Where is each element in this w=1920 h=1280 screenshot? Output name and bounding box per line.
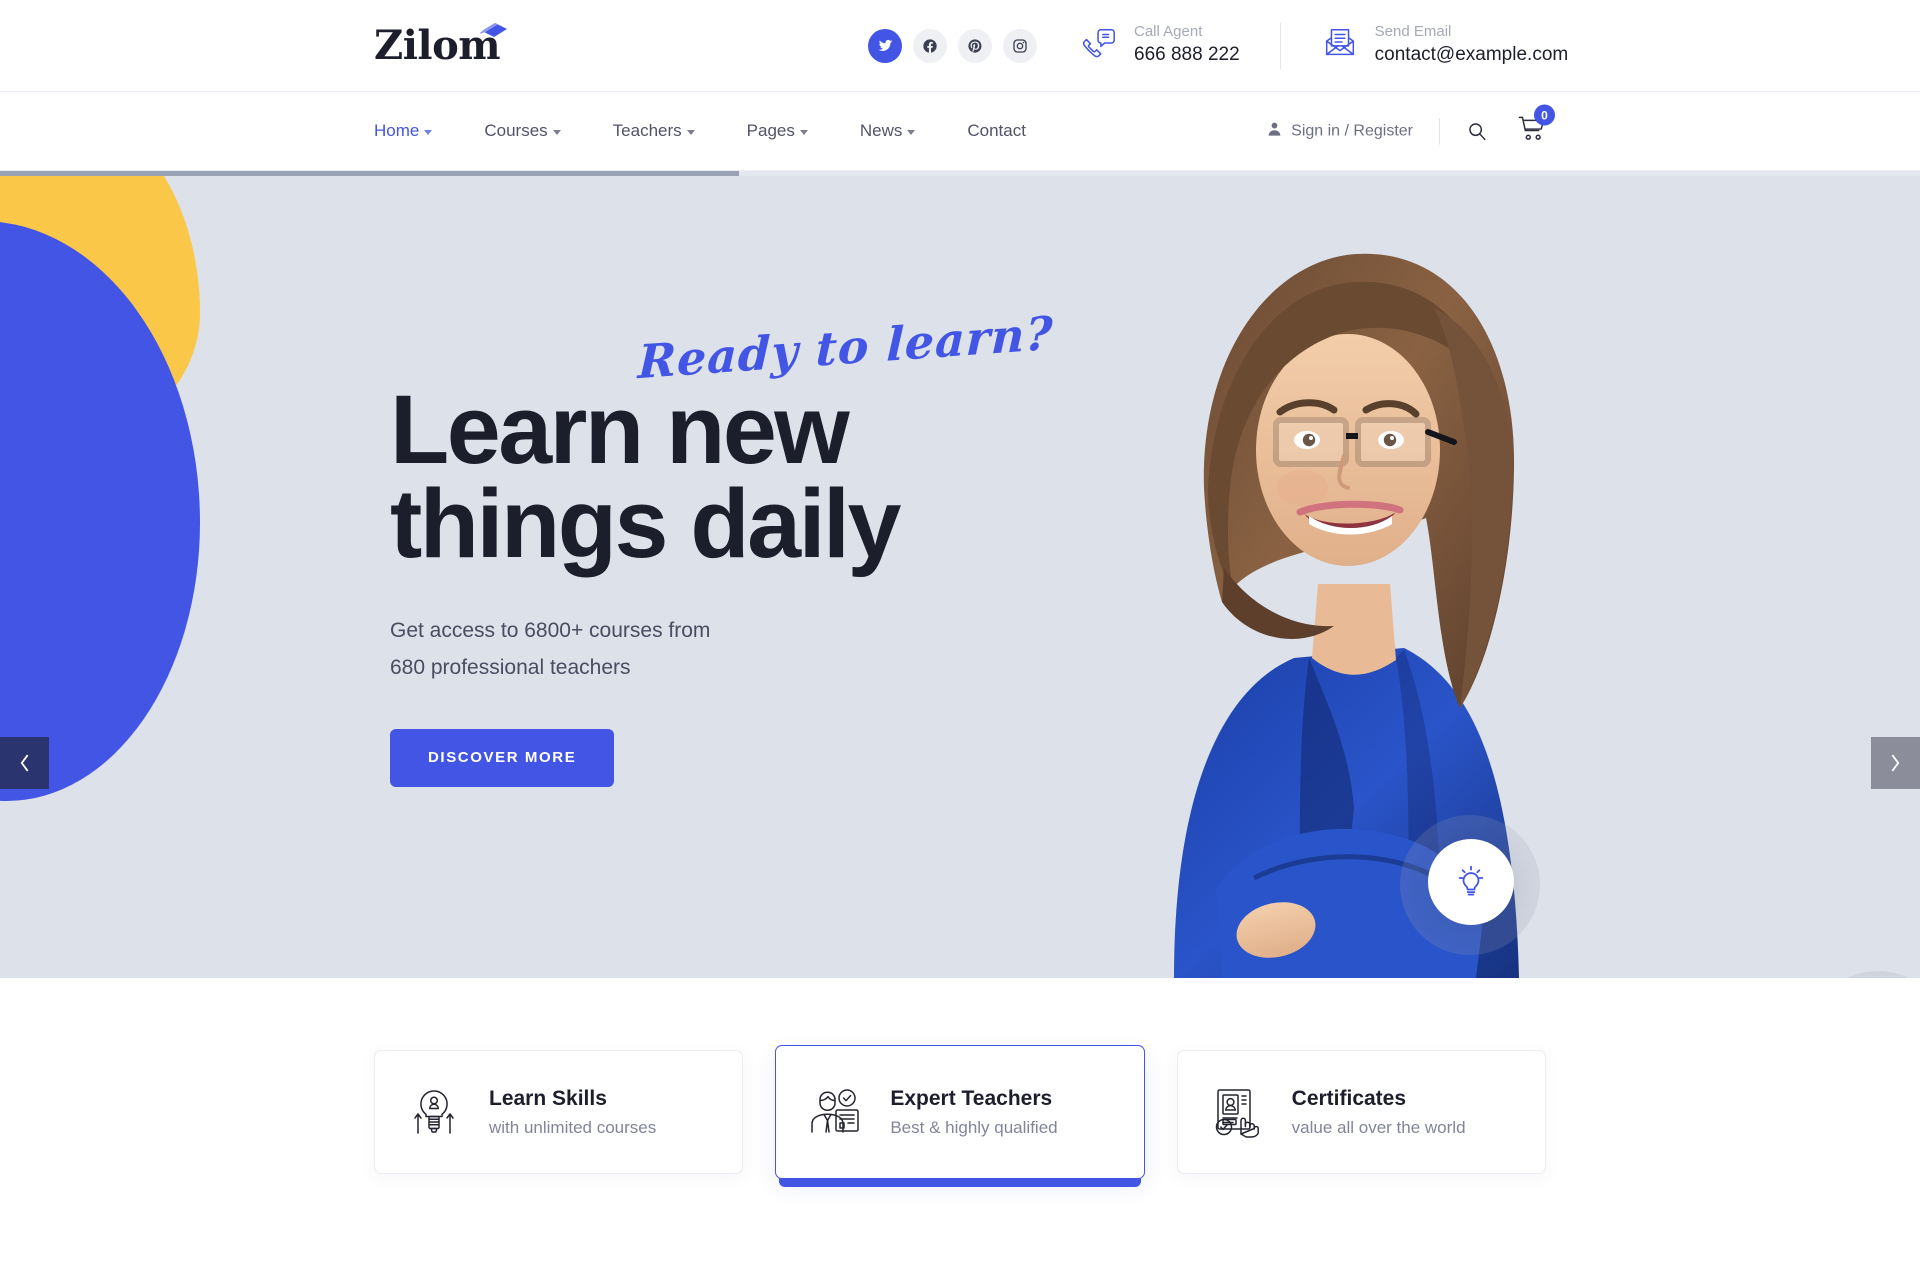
nav-item-pages[interactable]: Pages [747, 121, 840, 141]
feature-description: Best & highly qualified [890, 1118, 1058, 1138]
feature-title: Expert Teachers [890, 1086, 1053, 1110]
nav-item-courses[interactable]: Courses [484, 121, 592, 141]
social-link-facebook[interactable] [913, 28, 947, 63]
feature-card-learn-skills[interactable]: Learn Skills with unlimited courses [374, 1050, 744, 1174]
search-icon[interactable] [1466, 120, 1488, 142]
call-agent-block[interactable]: Call Agent 666 888 222 [1080, 23, 1240, 67]
send-email-label: Send Email [1374, 23, 1452, 41]
sign-in-register-link[interactable]: Sign in / Register [1267, 121, 1413, 141]
cart-icon[interactable]: 0 [1518, 104, 1555, 147]
hero-content-area: Ready to learn? Learn new things daily G… [374, 171, 1920, 978]
feature-title: Learn Skills [489, 1086, 607, 1110]
features-section: Learn Skills with unlimited courses Expe… [0, 978, 1920, 1280]
send-email-block[interactable]: Send Email contact@example.com [1321, 23, 1569, 67]
feature-card-certificates[interactable]: Certificates value all over the world [1176, 1050, 1546, 1174]
contact-divider [1279, 22, 1281, 69]
feature-card-expert-teachers[interactable]: Expert Teachers Best & highly qualified [775, 1045, 1145, 1187]
nav-label: Pages [746, 121, 795, 140]
feature-title: Certificates [1291, 1086, 1407, 1110]
site-logo[interactable]: Zilom [374, 22, 508, 66]
hero-copy: Ready to learn? Learn new things daily G… [390, 306, 1070, 787]
nav-item-contact[interactable]: Contact [967, 121, 1058, 141]
nav-list: Home Courses Teachers Pages News Contact [374, 121, 1078, 141]
slider-prev-button[interactable] [0, 737, 49, 789]
nav-label: Courses [484, 121, 548, 140]
nav-label: Contact [967, 121, 1026, 140]
slider-progress-fill [0, 171, 740, 176]
discover-more-button[interactable]: DISCOVER MORE [390, 728, 615, 787]
feature-card-row: Learn Skills with unlimited courses Expe… [374, 1045, 1546, 1187]
floating-lightbulb-icon [1428, 839, 1514, 925]
nav-item-teachers[interactable]: Teachers [613, 121, 727, 141]
top-bar: Zilom Call Agent 666 888 222 Send Email … [0, 0, 1920, 92]
nav-divider [1439, 118, 1440, 144]
floating-ring-outer-growth [1806, 971, 1920, 978]
slider-next-button[interactable] [1871, 737, 1920, 789]
social-link-pinterest[interactable] [958, 28, 992, 63]
hero-slider: Ready to learn? Learn new things daily G… [0, 171, 1920, 978]
main-navigation: Home Courses Teachers Pages News Contact [0, 92, 1920, 171]
social-link-twitter[interactable] [868, 28, 902, 63]
nav-item-news[interactable]: News [860, 121, 948, 141]
call-agent-label: Call Agent [1134, 23, 1203, 41]
phone-chat-icon [1080, 24, 1118, 67]
social-links [868, 28, 1037, 63]
nav-label: News [859, 121, 903, 140]
chevron-down-icon [799, 130, 808, 135]
certificate-hand-icon [1208, 1083, 1266, 1141]
cart-count-badge: 0 [1534, 104, 1555, 126]
nav-label: Home [374, 121, 420, 140]
hero-title: Learn new things daily [390, 375, 1070, 579]
hero-subtitle-line-2: 680 professional teachers [390, 655, 631, 679]
nav-label: Teachers [612, 121, 682, 140]
chevron-down-icon [686, 130, 695, 135]
call-agent-number: 666 888 222 [1134, 44, 1240, 66]
teacher-board-icon [806, 1083, 864, 1141]
social-link-instagram[interactable] [1003, 28, 1037, 63]
hero-title-line-1: Learn new [390, 375, 850, 484]
lightbulb-person-icon [405, 1083, 463, 1141]
feature-description: with unlimited courses [489, 1118, 657, 1138]
graduation-cap-icon [478, 20, 508, 49]
slider-progress-bar [0, 171, 1920, 176]
hero-subtitle-line-1: Get access to 6800+ courses from [390, 619, 711, 643]
hero-title-line-2: things daily [390, 469, 901, 579]
chevron-down-icon [552, 130, 561, 135]
hero-subtitle: Get access to 6800+ courses from 680 pro… [390, 613, 1070, 687]
sign-in-label: Sign in / Register [1291, 122, 1413, 139]
nav-right-actions: Sign in / Register 0 [1267, 104, 1555, 147]
feature-description: value all over the world [1291, 1118, 1466, 1138]
nav-item-home[interactable]: Home [374, 121, 464, 141]
chevron-down-icon [907, 130, 916, 135]
chevron-down-icon [424, 130, 433, 135]
send-email-address: contact@example.com [1374, 44, 1569, 66]
contact-group: Call Agent 666 888 222 Send Email contac… [1080, 22, 1569, 69]
user-icon [1267, 121, 1282, 141]
open-envelope-icon [1321, 24, 1359, 67]
